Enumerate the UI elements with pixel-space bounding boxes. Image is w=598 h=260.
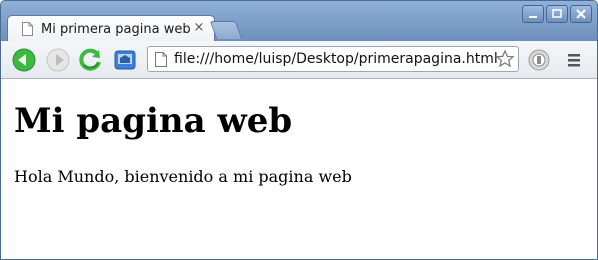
address-bar[interactable]: file:///home/luisp/Desktop/primerapagina… <box>147 46 519 72</box>
home-icon[interactable] <box>112 47 138 73</box>
maximize-icon <box>552 9 562 18</box>
extension-icon[interactable] <box>526 47 552 73</box>
new-tab-button[interactable] <box>209 21 243 39</box>
minimize-button[interactable] <box>522 5 544 23</box>
tab-close-icon[interactable]: × <box>191 20 207 36</box>
navigation-toolbar: file:///home/luisp/Desktop/primerapagina… <box>1 41 597 79</box>
page-icon <box>22 22 33 36</box>
close-button[interactable] <box>570 5 592 23</box>
page-heading: Mi pagina web <box>14 101 293 141</box>
tab-active[interactable]: Mi primera pagina web × <box>7 15 215 43</box>
forward-arrow-icon[interactable] <box>45 47 71 73</box>
maximize-button[interactable] <box>546 5 568 23</box>
tab-title: Mi primera pagina web <box>41 22 191 37</box>
reload-icon[interactable] <box>78 47 104 73</box>
minimize-icon <box>529 16 537 18</box>
star-icon[interactable] <box>495 49 515 69</box>
wrench-menu-icon[interactable] <box>561 47 587 73</box>
page-content: Mi pagina web Hola Mundo, bienvenido a m… <box>1 79 597 259</box>
browser-window: Mi primera pagina web × file:///home/lui… <box>0 0 598 260</box>
close-icon <box>576 9 586 19</box>
page-paragraph: Hola Mundo, bienvenido a mi pagina web <box>14 167 352 186</box>
back-arrow-icon[interactable] <box>11 47 37 73</box>
title-bar: Mi primera pagina web × <box>1 1 597 43</box>
file-icon <box>155 52 167 67</box>
address-url[interactable]: file:///home/luisp/Desktop/primerapagina… <box>174 51 498 67</box>
